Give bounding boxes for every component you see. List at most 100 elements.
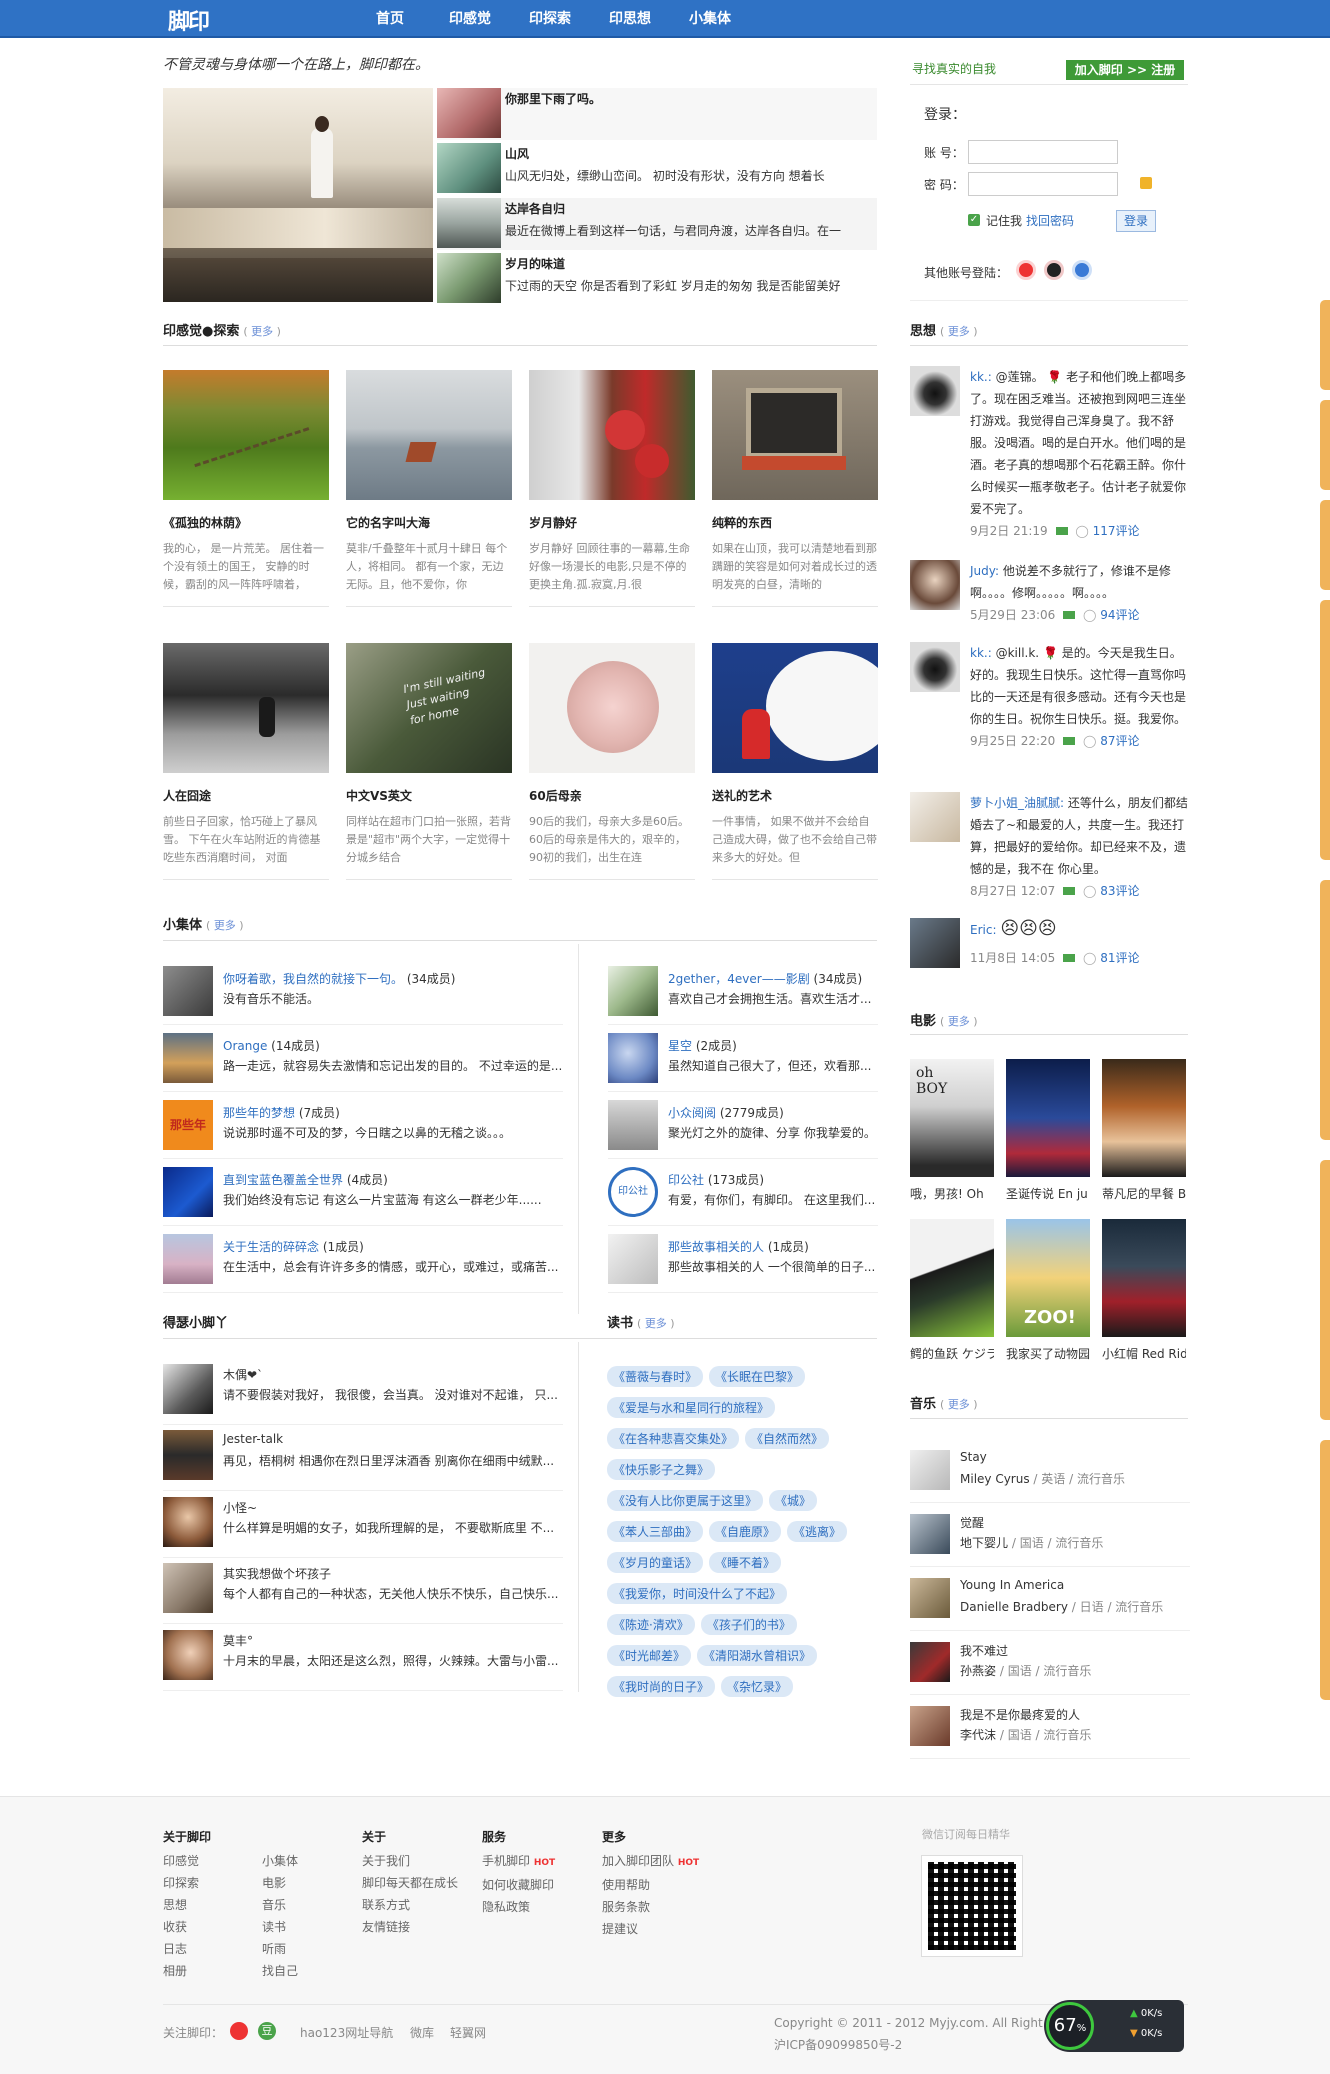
article-card[interactable]: 《孤独的林荫》 我的心， 是一片荒芜。 居住着一个没有领土的国王， 安静的时候，… bbox=[163, 370, 329, 607]
article-title[interactable]: 《孤独的林荫》 bbox=[163, 514, 329, 534]
article-card[interactable]: 60后母亲 90后的我们，母亲大多是60后。 60后的母亲是伟大的，艰辛的， 9… bbox=[529, 643, 695, 880]
article-title[interactable]: 60后母亲 bbox=[529, 787, 695, 807]
feature-item[interactable]: 岁月的味道 下过雨的天空 你是否看到了彩虹 岁月走的匆匆 我是否能留美好 bbox=[437, 253, 877, 305]
book-tag[interactable]: 《睡不着》 bbox=[709, 1552, 782, 1573]
album-cover[interactable] bbox=[910, 1514, 950, 1554]
book-tag[interactable]: 《时光邮差》 bbox=[607, 1645, 692, 1666]
footer-link[interactable]: 音乐 bbox=[262, 1894, 298, 1916]
book-tag[interactable]: 《蔷薇与春时》 bbox=[607, 1366, 704, 1387]
group-item[interactable]: 小众阅阅 (2779成员) 聚光灯之外的旋律、分享 你我挚爱的。 bbox=[608, 1100, 878, 1160]
article-image[interactable] bbox=[712, 370, 878, 500]
music-more-link[interactable]: 更多 bbox=[948, 1398, 970, 1411]
artist-name[interactable]: Danielle Bradbery bbox=[960, 1600, 1068, 1614]
group-avatar[interactable] bbox=[608, 1234, 658, 1284]
weibo-icon[interactable] bbox=[1016, 260, 1036, 280]
footer-link[interactable]: 收获 bbox=[163, 1916, 211, 1938]
movie-poster[interactable] bbox=[1102, 1059, 1186, 1177]
artist-name[interactable]: 李代沫 bbox=[960, 1728, 996, 1742]
book-tag[interactable]: 《孩子们的书》 bbox=[700, 1614, 797, 1635]
password-input[interactable] bbox=[968, 172, 1118, 196]
group-name[interactable]: 关于生活的碎碎念 (1成员) bbox=[223, 1238, 364, 1255]
login-button[interactable]: 登录 bbox=[1116, 210, 1156, 232]
article-image[interactable] bbox=[529, 370, 695, 500]
group-item[interactable]: Orange (14成员) 路一走远，就容易失去激情和忘记出发的目的。 不过幸运… bbox=[163, 1033, 563, 1093]
album-cover[interactable] bbox=[910, 1706, 950, 1746]
user-name[interactable]: Jester-talk bbox=[223, 1432, 283, 1446]
article-image[interactable]: I'm still waiting Just waiting for home bbox=[346, 643, 512, 773]
article-card[interactable]: 岁月静好 岁月静好 回顾往事的一幕幕,生命好像一场漫长的电影,只是不停的更换主角… bbox=[529, 370, 695, 607]
book-tag[interactable]: 《自鹿原》 bbox=[709, 1521, 782, 1542]
artist-name[interactable]: 孙燕姿 bbox=[960, 1664, 996, 1678]
side-tab[interactable] bbox=[1320, 500, 1330, 590]
book-tag[interactable]: 《城》 bbox=[769, 1490, 818, 1511]
movie-poster[interactable]: ZOO! bbox=[1006, 1219, 1090, 1337]
user-name[interactable]: Judy: bbox=[970, 564, 999, 578]
article-image[interactable] bbox=[712, 643, 878, 773]
artist-name[interactable]: 地下婴儿 bbox=[960, 1536, 1008, 1550]
user-avatar[interactable] bbox=[910, 918, 960, 968]
article-image[interactable] bbox=[346, 370, 512, 500]
side-tab[interactable] bbox=[1320, 1160, 1330, 1420]
footer-link-qingyi[interactable]: 轻翼网 bbox=[450, 2024, 486, 2041]
user-avatar[interactable] bbox=[163, 1430, 213, 1480]
feet-item[interactable]: Jester-talk 再见，梧桐树 相遇你在烈日里浮沫酒香 别离你在细雨中绒默… bbox=[163, 1430, 563, 1491]
footer-link[interactable]: 友情链接 bbox=[362, 1916, 458, 1938]
group-item[interactable]: 印公社 印公社 (173成员) 有爱，有你们，有脚印。 在这里我们... bbox=[608, 1167, 878, 1227]
footer-link[interactable]: 使用帮助 bbox=[602, 1874, 699, 1896]
thought-more-link[interactable]: 更多 bbox=[948, 325, 970, 338]
article-card[interactable]: 它的名字叫大海 莫非/千叠整年十贰月十肆日 每个人，将相同。 都有一个家，无边无… bbox=[346, 370, 512, 607]
hero-photo-beach[interactable] bbox=[163, 88, 433, 302]
register-button[interactable]: 加入脚印 >> 注册 bbox=[1066, 60, 1184, 80]
movie-item[interactable]: 蒂凡尼的早餐 B bbox=[1102, 1059, 1186, 1202]
footer-link[interactable]: 如何收藏脚印 bbox=[482, 1874, 555, 1896]
group-name[interactable]: 星空 (2成员) bbox=[668, 1037, 737, 1054]
group-name[interactable]: Orange (14成员) bbox=[223, 1037, 320, 1054]
book-tag[interactable]: 《苯人三部曲》 bbox=[607, 1521, 704, 1542]
book-tag[interactable]: 《在各种悲喜交集处》 bbox=[607, 1428, 740, 1449]
movie-poster[interactable] bbox=[1102, 1219, 1186, 1337]
feature-title[interactable]: 山风 bbox=[505, 145, 529, 162]
music-item[interactable]: Young In America Danielle Bradbery / 日语 … bbox=[910, 1578, 1190, 1631]
footer-link[interactable]: 相册 bbox=[163, 1960, 211, 1982]
footer-link[interactable]: 脚印每天都在成长 bbox=[362, 1872, 458, 1894]
footer-link[interactable]: 联系方式 bbox=[362, 1894, 458, 1916]
movie-title[interactable]: 哦，男孩! Oh bbox=[910, 1185, 994, 1202]
side-tab[interactable] bbox=[1320, 1440, 1330, 1700]
movie-item[interactable]: 小红帽 Red Rid bbox=[1102, 1219, 1186, 1362]
song-title[interactable]: Stay bbox=[960, 1450, 987, 1464]
album-cover[interactable] bbox=[910, 1578, 950, 1618]
movie-item[interactable]: 鳄的鱼跃 ケジラ bbox=[910, 1219, 994, 1362]
feature-item[interactable]: 山风 山风无归处，缥缈山峦间。 初时没有形状，没有方向 想着长 bbox=[437, 143, 877, 195]
song-title[interactable]: 我不难过 bbox=[960, 1642, 1008, 1659]
group-item[interactable]: 那些年 那些年的梦想 (7成员) 说说那时遥不可及的梦，今日瞎之以鼻的无稽之谈。… bbox=[163, 1100, 563, 1160]
feet-item[interactable]: 木偶❤︎` 请不要假装对我好， 我很傻，会当真。 没对谁对不起谁， 只... bbox=[163, 1364, 563, 1425]
weibo-icon[interactable] bbox=[230, 2022, 248, 2040]
group-avatar[interactable]: 那些年 bbox=[163, 1100, 213, 1150]
book-tag[interactable]: 《自然而然》 bbox=[745, 1428, 830, 1449]
group-avatar[interactable]: 印公社 bbox=[608, 1167, 658, 1217]
footer-link[interactable]: 思想 bbox=[163, 1894, 211, 1916]
group-name[interactable]: 印公社 (173成员) bbox=[668, 1171, 764, 1188]
user-name[interactable]: 莫丰° bbox=[223, 1632, 253, 1649]
account-input[interactable] bbox=[968, 140, 1118, 164]
article-card[interactable]: I'm still waiting Just waiting for home 中文… bbox=[346, 643, 512, 880]
footer-link[interactable]: 电影 bbox=[262, 1872, 298, 1894]
read-more-link[interactable]: 更多 bbox=[645, 1317, 667, 1330]
side-tab[interactable] bbox=[1320, 600, 1330, 860]
movie-title[interactable]: 小红帽 Red Rid bbox=[1102, 1345, 1186, 1362]
artist-name[interactable]: Miley Cyrus bbox=[960, 1472, 1030, 1486]
feature-title[interactable]: 达岸各自归 bbox=[505, 200, 565, 217]
movie-poster[interactable]: oh BOY bbox=[910, 1059, 994, 1177]
group-name[interactable]: 那些年的梦想 (7成员) bbox=[223, 1104, 340, 1121]
book-tag[interactable]: 《清阳湖水曾相识》 bbox=[697, 1645, 818, 1666]
footer-link[interactable]: 印感觉 bbox=[163, 1850, 211, 1872]
article-image[interactable] bbox=[163, 370, 329, 500]
feature-title[interactable]: 你那里下雨了吗。 bbox=[505, 90, 601, 107]
movie-title[interactable]: 蒂凡尼的早餐 B bbox=[1102, 1185, 1186, 1202]
feature-title[interactable]: 岁月的味道 bbox=[505, 255, 565, 272]
user-avatar[interactable] bbox=[163, 1497, 213, 1547]
book-tag[interactable]: 《我爱你，时间没什么了不起》 bbox=[607, 1583, 788, 1604]
feature-item[interactable]: 你那里下雨了吗。 bbox=[437, 88, 877, 140]
book-tag[interactable]: 《陈迹·清欢》 bbox=[607, 1614, 695, 1635]
book-tag[interactable]: 《没有人比你更属于这里》 bbox=[607, 1490, 764, 1511]
